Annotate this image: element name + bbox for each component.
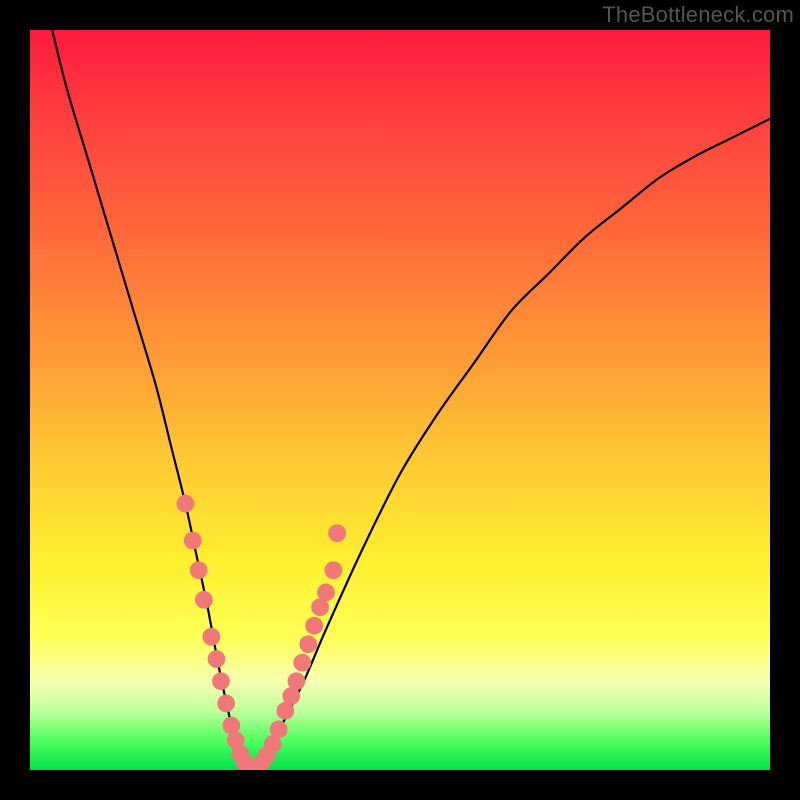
watermark-text: TheBottleneck.com	[602, 2, 794, 28]
highlight-dot	[202, 628, 220, 646]
highlight-dot	[212, 672, 230, 690]
plot-area	[30, 30, 770, 770]
highlight-dot	[288, 672, 306, 690]
highlight-dot	[305, 617, 323, 635]
highlight-dot	[328, 524, 346, 542]
highlight-dot	[299, 635, 317, 653]
highlight-dot	[208, 650, 226, 668]
highlight-dot	[184, 532, 202, 550]
highlight-dot	[270, 720, 288, 738]
highlight-dot	[195, 591, 213, 609]
highlight-dot	[177, 495, 195, 513]
highlight-dot	[217, 695, 235, 713]
chart-svg	[30, 30, 770, 770]
highlight-dots-group	[177, 495, 346, 770]
highlight-dot	[317, 584, 335, 602]
highlight-dot	[325, 561, 343, 579]
chart-frame: TheBottleneck.com	[0, 0, 800, 800]
bottleneck-curve	[52, 30, 770, 770]
highlight-dot	[190, 561, 208, 579]
highlight-dot	[293, 654, 311, 672]
